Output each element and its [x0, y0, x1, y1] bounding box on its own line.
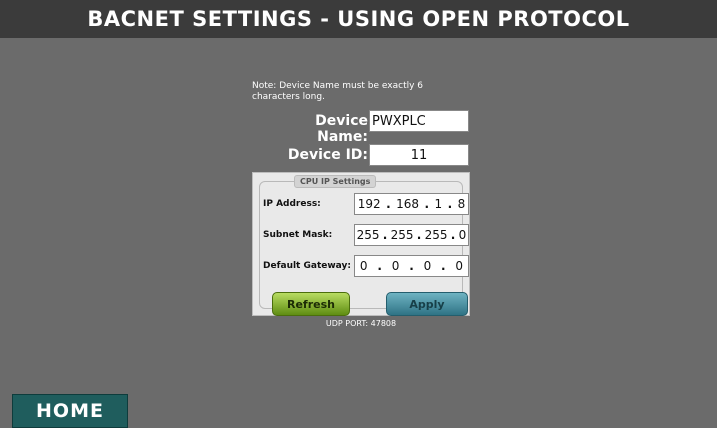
device-name-label: Device Name:	[315, 113, 368, 145]
gateway-separator: .	[441, 259, 446, 273]
home-button[interactable]: HOME	[12, 394, 128, 428]
ip-address-field[interactable]: 192 . 168 . 1 . 8	[354, 193, 469, 215]
ip-octet-2[interactable]: 168	[396, 197, 419, 211]
subnet-separator: .	[382, 228, 388, 242]
device-name-note: Note: Device Name must be exactly 6 char…	[252, 81, 424, 102]
gateway-octet-2[interactable]: 0	[392, 259, 400, 273]
ip-separator: .	[424, 197, 430, 211]
subnet-octet-3[interactable]: 255	[425, 228, 448, 242]
subnet-octet-1[interactable]: 255	[357, 228, 380, 242]
cpu-ip-settings-title: CPU IP Settings	[294, 175, 377, 188]
subnet-separator: .	[416, 228, 422, 242]
page-title: BACNET SETTINGS - USING OPEN PROTOCOL	[0, 0, 717, 38]
ip-separator: .	[386, 197, 391, 211]
device-name-field[interactable]: PWXPLC	[369, 110, 469, 132]
gateway-separator: .	[377, 259, 382, 273]
ip-octet-1[interactable]: 192	[358, 197, 381, 211]
cpu-ip-settings-panel: CPU IP Settings IP Address: 192 . 168 . …	[252, 172, 470, 316]
subnet-mask-field[interactable]: 255 . 255 . 255 . 0	[354, 224, 469, 246]
default-gateway-field[interactable]: 0 . 0 . 0 . 0	[354, 255, 469, 277]
gateway-octet-3[interactable]: 0	[424, 259, 432, 273]
gateway-octet-4[interactable]: 0	[455, 259, 463, 273]
ip-octet-4[interactable]: 8	[458, 197, 466, 211]
udp-port-label: UDP PORT: 47808	[325, 319, 397, 328]
gateway-separator: .	[409, 259, 414, 273]
ip-separator: .	[447, 197, 453, 211]
refresh-button[interactable]: Refresh	[272, 292, 350, 316]
subnet-octet-4[interactable]: 0	[459, 228, 467, 242]
device-id-field[interactable]: 11	[369, 144, 469, 166]
default-gateway-label: Default Gateway:	[263, 261, 351, 271]
cpu-ip-settings-group: CPU IP Settings IP Address: 192 . 168 . …	[259, 175, 469, 316]
ip-octet-3[interactable]: 1	[434, 197, 442, 211]
device-id-label: Device ID:	[287, 147, 368, 163]
subnet-separator: .	[450, 228, 456, 242]
gateway-octet-1[interactable]: 0	[360, 259, 368, 273]
apply-button[interactable]: Apply	[386, 292, 468, 316]
subnet-octet-2[interactable]: 255	[391, 228, 414, 242]
subnet-mask-label: Subnet Mask:	[263, 230, 333, 240]
ip-address-label: IP Address:	[263, 199, 321, 209]
